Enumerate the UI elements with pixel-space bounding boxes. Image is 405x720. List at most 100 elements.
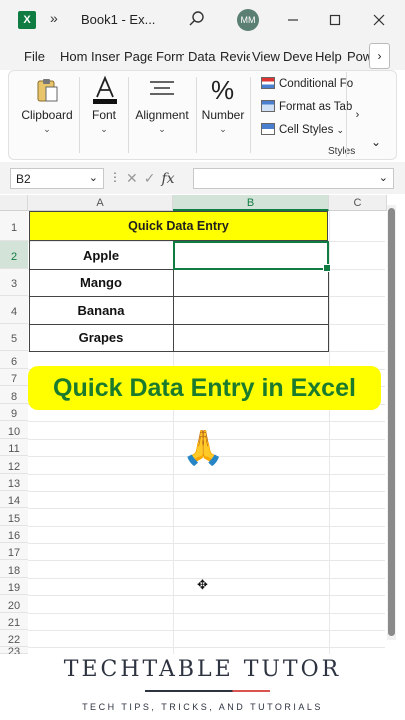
tab-help[interactable]: Help	[315, 49, 344, 64]
row-header[interactable]: 15	[0, 508, 28, 526]
search-icon[interactable]	[188, 10, 206, 28]
row-header[interactable]: 12	[0, 456, 28, 474]
title-cell[interactable]: Quick Data Entry	[29, 211, 328, 241]
conditional-format-icon	[261, 77, 275, 89]
format-as-table-label: Format as Tab	[279, 101, 353, 113]
row-header[interactable]: 7	[0, 369, 28, 386]
confirm-icon[interactable]: ✓	[144, 170, 156, 187]
number-group[interactable]: % Number ⌄	[198, 71, 248, 159]
banner-title: Quick Data Entry in Excel	[28, 366, 381, 410]
formula-input[interactable]: ⌄	[193, 168, 394, 189]
tab-data[interactable]: Data	[188, 49, 216, 64]
ribbon-scroll-right-button[interactable]: ›	[346, 72, 368, 157]
row-header[interactable]: 6	[0, 351, 28, 369]
selected-cell-b2[interactable]	[173, 241, 331, 272]
tab-review[interactable]: Revie	[220, 49, 250, 64]
cell-a3[interactable]: Mango	[29, 269, 173, 296]
more-icon[interactable]: ⋮	[109, 170, 121, 184]
column-header-c[interactable]: C	[329, 195, 387, 211]
row-header[interactable]: 20	[0, 595, 28, 613]
grid-line	[28, 630, 385, 631]
row-header[interactable]: 1	[0, 211, 28, 241]
quick-access-more-button[interactable]: »	[50, 10, 58, 26]
clipboard-label: Clipboard	[21, 108, 73, 122]
clipboard-group[interactable]: Clipboard ⌄	[15, 71, 79, 159]
cell-a4[interactable]: Banana	[29, 296, 173, 324]
tab-insert[interactable]: Inser	[91, 49, 121, 64]
tab-view[interactable]: View	[252, 49, 280, 64]
maximize-icon[interactable]	[325, 10, 345, 30]
chevron-down-icon: ⌄	[158, 124, 166, 134]
chevron-down-icon[interactable]: ⌄	[379, 171, 388, 184]
cancel-icon[interactable]: ✕	[126, 170, 138, 187]
formula-actions: ✕ ✓ fx	[121, 168, 191, 189]
row-header[interactable]: 19	[0, 578, 28, 595]
ribbon-divider	[128, 77, 129, 153]
column-header-a[interactable]: A	[28, 195, 173, 211]
insert-function-icon[interactable]: fx	[161, 171, 174, 187]
excel-logo-letter: X	[23, 14, 31, 26]
conditional-formatting-button[interactable]: Conditional Fo	[261, 77, 353, 90]
row-header[interactable]: 11	[0, 439, 28, 456]
row-header[interactable]: 9	[0, 404, 28, 421]
column-header-b[interactable]: B	[173, 195, 329, 211]
tab-formulas[interactable]: Form	[156, 49, 184, 64]
row-header[interactable]: 16	[0, 526, 28, 543]
ribbon-divider	[79, 77, 80, 153]
cell-styles-icon	[261, 123, 275, 135]
excel-logo-icon: X	[18, 11, 36, 29]
grid-line	[28, 647, 385, 648]
tab-page-layout[interactable]: Page	[124, 49, 152, 64]
row-header[interactable]: 17	[0, 543, 28, 560]
grid-line	[28, 421, 385, 422]
tab-scroll-right-button[interactable]: ›	[369, 43, 390, 69]
cell-cursor-icon: ✥	[197, 577, 208, 592]
chevron-down-icon[interactable]: ⌄	[89, 171, 98, 184]
row-header[interactable]: 18	[0, 560, 28, 578]
select-all-corner[interactable]	[0, 195, 28, 211]
font-label: Font	[91, 108, 116, 122]
chevron-down-icon: ⌄	[100, 124, 108, 134]
ribbon: Clipboard ⌄ Font ⌄ Alignment ⌄ % Number …	[8, 70, 397, 160]
alignment-group[interactable]: Alignment ⌄	[130, 71, 194, 159]
row-header[interactable]: 22	[0, 630, 28, 647]
tab-developer[interactable]: Deve	[283, 49, 312, 64]
cell-styles-label: Cell Styles	[279, 124, 334, 136]
row-header[interactable]: 3	[0, 269, 28, 296]
grid-line	[28, 560, 385, 561]
row-header[interactable]: 23	[0, 647, 28, 658]
avatar[interactable]: MM	[237, 9, 259, 31]
ribbon-divider	[250, 77, 251, 153]
close-icon[interactable]	[369, 10, 389, 30]
cell-a2[interactable]: Apple	[29, 241, 173, 269]
name-box[interactable]: B2 ⌄	[10, 168, 104, 189]
ribbon-divider	[196, 77, 197, 153]
row-header[interactable]: 4	[0, 296, 28, 324]
grid-line	[28, 613, 385, 614]
grid-line	[28, 474, 385, 475]
minimize-icon[interactable]	[283, 10, 303, 30]
row-header[interactable]: 14	[0, 491, 28, 508]
format-as-table-button[interactable]: Format as Tab	[261, 100, 352, 113]
grid-line	[28, 526, 385, 527]
number-label: Number	[201, 108, 245, 122]
row-header[interactable]: 8	[0, 386, 28, 404]
ribbon-expand-icon[interactable]: ⌄	[371, 135, 381, 149]
chevron-down-icon: ⌄	[43, 124, 51, 134]
clipboard-icon	[35, 77, 59, 108]
row-header[interactable]: 21	[0, 613, 28, 630]
cell-styles-button[interactable]: Cell Styles ⌄	[261, 123, 344, 136]
tab-home[interactable]: Hom	[60, 49, 87, 71]
tab-file[interactable]: File	[24, 49, 46, 64]
cell-a5[interactable]: Grapes	[29, 324, 173, 351]
tab-power-pivot[interactable]: Pow	[347, 49, 369, 64]
row-header[interactable]: 10	[0, 421, 28, 439]
vertical-scrollbar-thumb[interactable]	[388, 208, 395, 636]
grid-line	[28, 491, 385, 492]
row-header[interactable]: 5	[0, 324, 28, 351]
font-group[interactable]: Font ⌄	[81, 71, 127, 159]
row-header[interactable]: 2	[0, 241, 28, 269]
row-header[interactable]: 13	[0, 474, 28, 491]
window-title: Book1 - Ex...	[81, 12, 156, 27]
formula-bar: B2 ⌄ ⋮ ✕ ✓ fx ⌄	[0, 162, 405, 194]
